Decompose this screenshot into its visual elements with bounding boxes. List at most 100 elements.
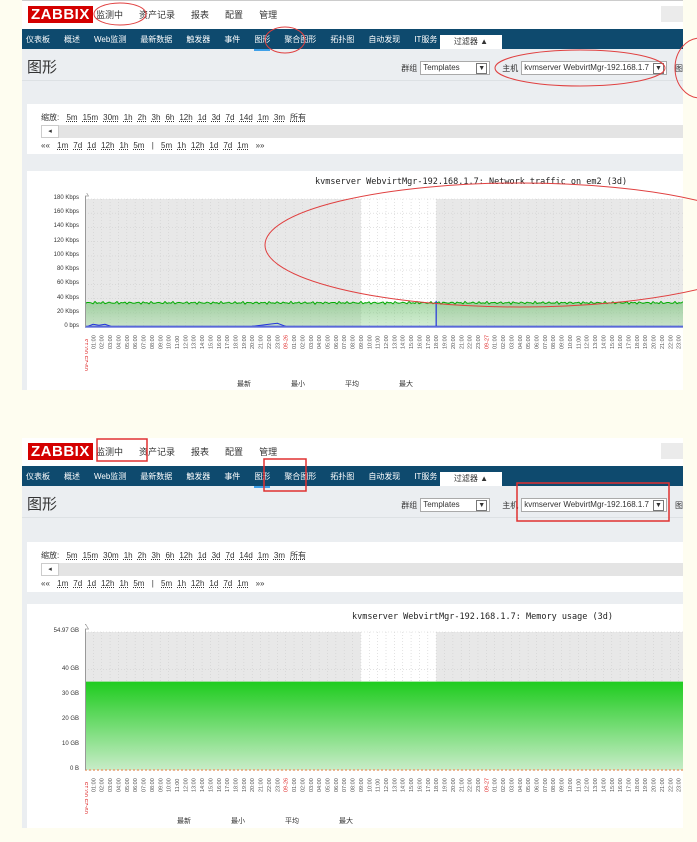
sub-menu-dashboard[interactable]: 仪表板: [26, 471, 50, 482]
nav-forward-option[interactable]: 1h: [177, 141, 186, 150]
nav-back-icon[interactable]: ««: [41, 141, 50, 150]
zabbix-logo[interactable]: ZABBIX: [28, 443, 93, 460]
sub-menu-web[interactable]: Web监测: [94, 34, 126, 45]
sub-menu-triggers[interactable]: 触发器: [186, 34, 210, 45]
zoom-option[interactable]: 14d: [239, 551, 252, 560]
group-select[interactable]: Templates ▼: [420, 498, 491, 512]
zoom-option[interactable]: 2h: [138, 113, 147, 122]
zabbix-logo[interactable]: ZABBIX: [28, 6, 93, 23]
zoom-option[interactable]: 30m: [103, 551, 119, 560]
sub-menu-overview[interactable]: 概述: [64, 471, 80, 482]
zoom-option[interactable]: 12h: [179, 113, 192, 122]
main-menu-administration[interactable]: 管理: [259, 445, 277, 458]
nav-back-option[interactable]: 5m: [133, 579, 144, 588]
zoom-option[interactable]: 15m: [83, 551, 99, 560]
nav-forward-option[interactable]: 7d: [223, 579, 232, 588]
nav-forward-option[interactable]: 5m: [161, 579, 172, 588]
main-menu-inventory[interactable]: 资产记录: [139, 445, 175, 458]
sub-menu-discovery[interactable]: 自动发现: [368, 34, 400, 45]
nav-forward-icon[interactable]: »»: [256, 579, 265, 588]
sub-menu-events[interactable]: 事件: [224, 471, 240, 482]
nav-back-option[interactable]: 12h: [101, 141, 114, 150]
nav-forward-option[interactable]: 1d: [209, 579, 218, 588]
zoom-option[interactable]: 1d: [198, 551, 207, 560]
main-menu-monitoring[interactable]: 监测中: [96, 445, 123, 458]
sub-menu-dashboard[interactable]: 仪表板: [26, 34, 50, 45]
filter-toggle-tab[interactable]: 过滤器 ▲: [440, 35, 502, 49]
zoom-option[interactable]: 所有: [290, 551, 306, 560]
nav-forward-option[interactable]: 1d: [209, 141, 218, 150]
sub-menu-latest-data[interactable]: 最新数据: [140, 471, 172, 482]
host-select[interactable]: kvmserver WebvirtMgr-192.168.1.7 ▼: [521, 498, 667, 512]
nav-forward-option[interactable]: 1m: [237, 141, 248, 150]
zoom-option[interactable]: 3h: [152, 551, 161, 560]
zoom-option[interactable]: 15m: [83, 113, 99, 122]
sub-menu-web[interactable]: Web监测: [94, 471, 126, 482]
nav-back-option[interactable]: 1h: [119, 141, 128, 150]
zoom-option[interactable]: 12h: [179, 551, 192, 560]
sub-menu-graphs[interactable]: 图形: [254, 471, 271, 488]
nav-back-option[interactable]: 5m: [133, 141, 144, 150]
zoom-option[interactable]: 30m: [103, 113, 119, 122]
nav-back-option[interactable]: 1d: [87, 579, 96, 588]
zoom-option[interactable]: 6h: [165, 551, 174, 560]
main-menu-configuration[interactable]: 配置: [225, 445, 243, 458]
search-box[interactable]: [661, 443, 683, 459]
scroll-left-button[interactable]: ◂: [41, 125, 59, 138]
zoom-option[interactable]: 3m: [274, 113, 285, 122]
zoom-option[interactable]: 1h: [124, 551, 133, 560]
search-box[interactable]: [661, 6, 683, 22]
main-menu-administration[interactable]: 管理: [259, 8, 277, 21]
nav-forward-option[interactable]: 7d: [223, 141, 232, 150]
zoom-option[interactable]: 7d: [226, 113, 235, 122]
main-menu-inventory[interactable]: 资产记录: [139, 8, 175, 21]
timeline-scrollbar[interactable]: ◂: [41, 563, 683, 576]
zoom-option[interactable]: 所有: [290, 113, 306, 122]
zoom-option[interactable]: 1h: [124, 113, 133, 122]
scroll-left-button[interactable]: ◂: [41, 563, 59, 576]
nav-back-option[interactable]: 1h: [119, 579, 128, 588]
zoom-option[interactable]: 2h: [138, 551, 147, 560]
nav-forward-option[interactable]: 5m: [161, 141, 172, 150]
nav-forward-option[interactable]: 12h: [191, 141, 204, 150]
timeline-scrollbar[interactable]: ◂: [41, 125, 683, 138]
sub-menu-maps[interactable]: 拓扑图: [330, 34, 354, 45]
sub-menu-screens[interactable]: 聚合图形: [284, 471, 316, 482]
zoom-option[interactable]: 1d: [198, 113, 207, 122]
zoom-option[interactable]: 5m: [66, 551, 77, 560]
sub-menu-screens[interactable]: 聚合图形: [284, 34, 316, 45]
zoom-option[interactable]: 5m: [66, 113, 77, 122]
nav-forward-option[interactable]: 1m: [237, 579, 248, 588]
main-menu-reports[interactable]: 报表: [191, 8, 209, 21]
sub-menu-it-services[interactable]: IT服务: [414, 471, 437, 482]
host-select[interactable]: kvmserver WebvirtMgr-192.168.1.7 ▼: [521, 61, 667, 75]
main-menu-monitoring[interactable]: 监测中: [96, 8, 123, 21]
filter-toggle-tab[interactable]: 过滤器 ▲: [440, 472, 502, 486]
sub-menu-triggers[interactable]: 触发器: [186, 471, 210, 482]
nav-forward-option[interactable]: 12h: [191, 579, 204, 588]
zoom-option[interactable]: 3d: [212, 113, 221, 122]
zoom-option[interactable]: 3m: [274, 551, 285, 560]
sub-menu-overview[interactable]: 概述: [64, 34, 80, 45]
nav-back-option[interactable]: 1m: [57, 141, 68, 150]
nav-forward-option[interactable]: 1h: [177, 579, 186, 588]
zoom-option[interactable]: 7d: [226, 551, 235, 560]
zoom-option[interactable]: 1m: [258, 113, 269, 122]
sub-menu-graphs[interactable]: 图形: [254, 34, 271, 51]
zoom-option[interactable]: 1m: [258, 551, 269, 560]
sub-menu-discovery[interactable]: 自动发现: [368, 471, 400, 482]
sub-menu-latest-data[interactable]: 最新数据: [140, 34, 172, 45]
zoom-option[interactable]: 14d: [239, 113, 252, 122]
nav-back-option[interactable]: 1d: [87, 141, 96, 150]
group-select[interactable]: Templates ▼: [420, 61, 491, 75]
zoom-option[interactable]: 3d: [212, 551, 221, 560]
main-menu-configuration[interactable]: 配置: [225, 8, 243, 21]
nav-back-option[interactable]: 7d: [73, 579, 82, 588]
sub-menu-it-services[interactable]: IT服务: [414, 34, 437, 45]
sub-menu-maps[interactable]: 拓扑图: [330, 471, 354, 482]
nav-back-option[interactable]: 7d: [73, 141, 82, 150]
nav-back-icon[interactable]: ««: [41, 579, 50, 588]
main-menu-reports[interactable]: 报表: [191, 445, 209, 458]
nav-back-option[interactable]: 12h: [101, 579, 114, 588]
nav-forward-icon[interactable]: »»: [256, 141, 265, 150]
